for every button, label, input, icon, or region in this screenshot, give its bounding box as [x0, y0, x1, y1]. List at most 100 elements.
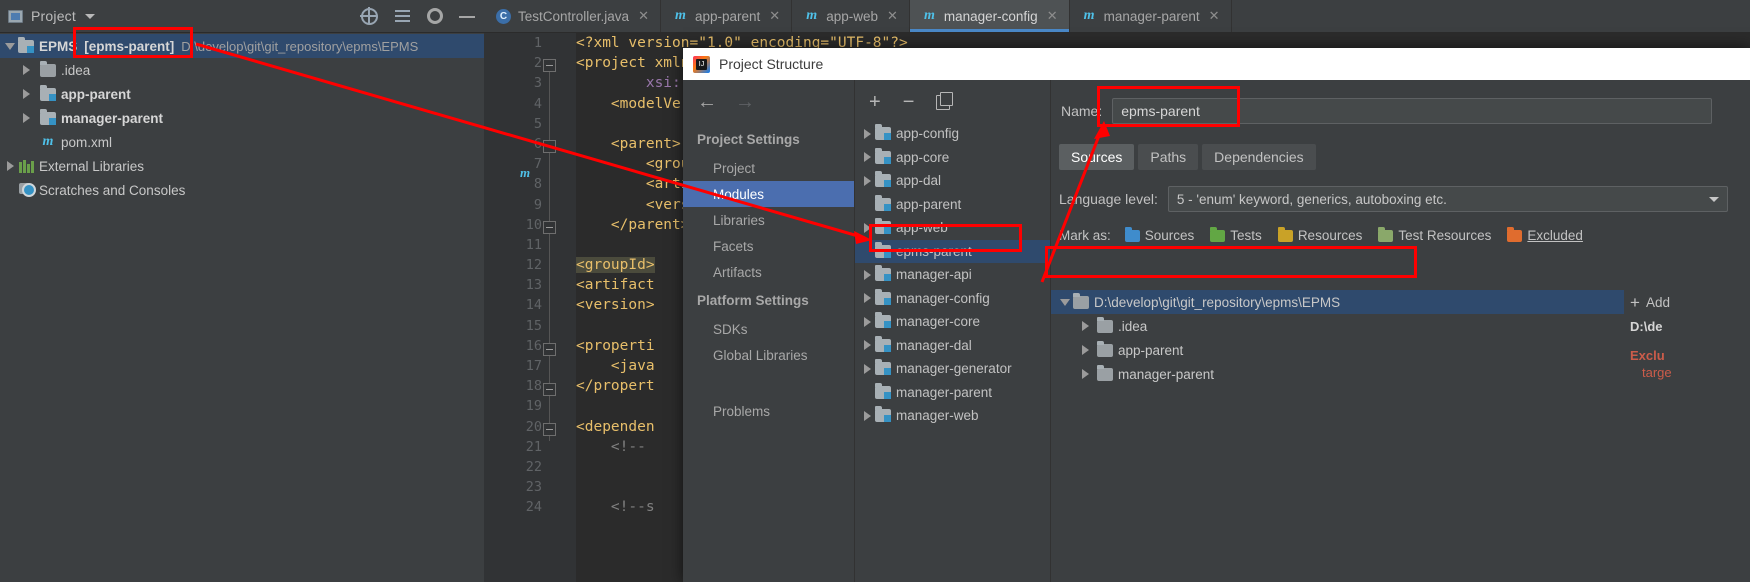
collapse-arrow-icon[interactable] — [859, 128, 875, 139]
mark-as-resources-button[interactable]: Resources — [1277, 226, 1363, 243]
module-row-app-config[interactable]: app-config — [855, 122, 1050, 146]
nav-item-libraries[interactable]: Libraries — [683, 207, 854, 233]
module-name-input[interactable]: epms-parent — [1112, 98, 1713, 124]
tab-paths[interactable]: Paths — [1138, 144, 1199, 170]
add-content-root-button[interactable]: + Add — [1624, 292, 1750, 311]
copy-module-icon[interactable] — [936, 91, 954, 110]
content-root-row[interactable]: D:\develop\git\git_repository\epms\EPMS — [1051, 290, 1624, 314]
collapse-arrow-icon[interactable] — [1077, 369, 1093, 379]
close-icon[interactable]: ✕ — [1047, 8, 1058, 24]
fold-marker-icon[interactable] — [543, 383, 556, 396]
module-row-app-core[interactable]: app-core — [855, 146, 1050, 170]
module-row-manager-api[interactable]: manager-api — [855, 263, 1050, 287]
content-child-row-idea[interactable]: .idea — [1051, 314, 1624, 338]
collapse-arrow-icon[interactable] — [859, 152, 875, 163]
fold-marker-icon[interactable] — [543, 140, 556, 153]
collapse-arrow-icon[interactable] — [2, 161, 18, 171]
plus-icon: + — [1630, 293, 1640, 312]
nav-item-project[interactable]: Project — [683, 155, 854, 181]
collapse-arrow-icon[interactable] — [18, 89, 34, 99]
add-module-button[interactable]: + — [869, 92, 881, 112]
collapse-arrow-icon[interactable] — [859, 316, 875, 327]
tab-app-parent[interactable]: m app-parent ✕ — [661, 0, 793, 32]
collapse-arrow-icon[interactable] — [859, 269, 875, 280]
mark-as-sources-button[interactable]: Sources — [1124, 226, 1194, 243]
maven-gutter-icon[interactable]: m — [520, 165, 534, 180]
editor-gutter[interactable]: 1 2 3 4 5 6 7 8 9 10 11 12 13 14 15 16 1… — [484, 33, 576, 582]
minimize-icon[interactable] — [459, 8, 476, 25]
remove-module-button[interactable]: − — [903, 92, 915, 112]
fold-marker-icon[interactable] — [543, 423, 556, 436]
nav-item-global-libraries[interactable]: Global Libraries — [683, 342, 854, 368]
collapse-arrow-icon[interactable] — [859, 340, 875, 351]
name-label: Name: — [1061, 103, 1103, 119]
fold-marker-icon[interactable] — [543, 59, 556, 72]
nav-item-facets[interactable]: Facets — [683, 233, 854, 259]
module-row-app-parent[interactable]: app-parent — [855, 193, 1050, 217]
libraries-icon — [18, 159, 34, 173]
module-row-app-dal[interactable]: app-dal — [855, 169, 1050, 193]
collapse-arrow-icon[interactable] — [859, 410, 875, 421]
module-row-manager-generator[interactable]: manager-generator — [855, 357, 1050, 381]
locate-icon[interactable] — [360, 6, 378, 25]
chevron-down-icon[interactable] — [84, 13, 95, 19]
tree-row-external-libraries[interactable]: External Libraries — [0, 154, 484, 178]
expand-arrow-icon[interactable] — [2, 42, 18, 50]
collapse-arrow-icon[interactable] — [1077, 345, 1093, 355]
code-folding-column[interactable] — [542, 33, 558, 582]
tab-manager-parent[interactable]: m manager-parent ✕ — [1070, 0, 1232, 32]
language-level-select[interactable]: 5 - 'enum' keyword, generics, autoboxing… — [1167, 186, 1728, 212]
collapse-arrow-icon[interactable] — [859, 222, 875, 233]
nav-item-sdks[interactable]: SDKs — [683, 316, 854, 342]
module-row-manager-config[interactable]: manager-config — [855, 287, 1050, 311]
back-arrow-icon[interactable]: ← — [697, 92, 717, 112]
mark-label-resources: Resources — [1297, 228, 1363, 243]
module-row-manager-parent[interactable]: manager-parent — [855, 381, 1050, 405]
scratches-icon — [18, 183, 36, 197]
collapse-arrow-icon[interactable] — [1077, 321, 1093, 331]
nav-group-platform-settings: Platform Settings — [697, 293, 809, 308]
collapse-arrow-icon[interactable] — [859, 363, 875, 374]
close-icon[interactable]: ✕ — [769, 8, 780, 24]
module-row-manager-web[interactable]: manager-web — [855, 404, 1050, 428]
tab-dependencies[interactable]: Dependencies — [1202, 144, 1316, 170]
folder-icon — [1097, 340, 1113, 357]
tree-row-manager-parent[interactable]: manager-parent — [0, 106, 484, 130]
module-row-app-web[interactable]: app-web — [855, 216, 1050, 240]
fold-marker-icon[interactable] — [543, 221, 556, 234]
expand-arrow-icon[interactable] — [1057, 298, 1073, 306]
close-icon[interactable]: ✕ — [1209, 8, 1220, 24]
collapse-all-icon[interactable] — [394, 8, 411, 25]
nav-item-artifacts[interactable]: Artifacts — [683, 259, 854, 285]
tab-testcontroller-java[interactable]: C TestController.java ✕ — [484, 0, 661, 32]
collapse-arrow-icon[interactable] — [18, 65, 34, 75]
module-row-epms-parent[interactable]: epms-parent — [855, 239, 1050, 263]
mark-as-excluded-button[interactable]: Excluded — [1507, 226, 1583, 243]
collapse-arrow-icon[interactable] — [859, 293, 875, 304]
project-panel-title: Project — [31, 8, 76, 24]
tree-row-idea[interactable]: .idea — [0, 58, 484, 82]
module-folder-icon — [875, 359, 891, 376]
settings-icon[interactable] — [427, 8, 443, 24]
tree-row-scratches[interactable]: Scratches and Consoles — [0, 178, 484, 202]
mark-as-test-resources-button[interactable]: Test Resources — [1378, 226, 1491, 243]
tab-sources[interactable]: Sources — [1059, 144, 1135, 170]
fold-marker-icon[interactable] — [543, 343, 556, 356]
forward-arrow-icon[interactable]: → — [735, 92, 755, 112]
close-icon[interactable]: ✕ — [887, 8, 898, 24]
tab-app-web[interactable]: m app-web ✕ — [792, 0, 910, 32]
tree-row-pom-xml[interactable]: m pom.xml — [0, 130, 484, 154]
close-icon[interactable]: ✕ — [638, 8, 649, 24]
nav-item-problems[interactable]: Problems — [683, 398, 854, 424]
module-row-manager-core[interactable]: manager-core — [855, 310, 1050, 334]
nav-item-modules[interactable]: Modules — [683, 181, 854, 207]
tree-row-app-parent[interactable]: app-parent — [0, 82, 484, 106]
mark-as-tests-button[interactable]: Tests — [1210, 226, 1262, 243]
content-child-row-app-parent[interactable]: app-parent — [1051, 338, 1624, 362]
module-row-manager-dal[interactable]: manager-dal — [855, 334, 1050, 358]
content-child-row-manager-parent[interactable]: manager-parent — [1051, 362, 1624, 386]
tree-row-epms[interactable]: EPMS [epms-parent] D:\develop\git\git_re… — [0, 34, 484, 58]
collapse-arrow-icon[interactable] — [18, 113, 34, 123]
collapse-arrow-icon[interactable] — [859, 175, 875, 186]
tab-manager-config[interactable]: m manager-config ✕ — [909, 0, 1070, 32]
